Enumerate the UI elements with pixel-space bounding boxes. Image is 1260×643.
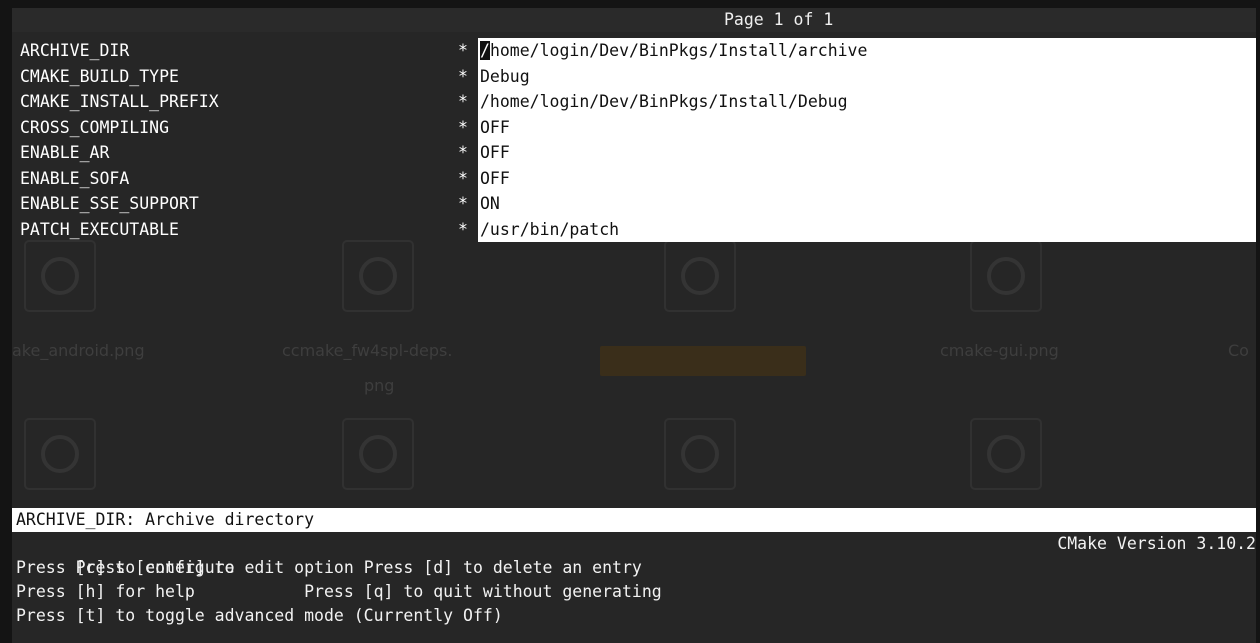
entry-value-field[interactable]: /home/login/Dev/BinPkgs/Install/Debug (478, 89, 1256, 115)
modified-marker: * (458, 219, 468, 239)
entry-key: ENABLE_AR (20, 143, 110, 162)
cache-entry-list: ARCHIVE_DIR * /home/login/Dev/BinPkgs/In… (20, 38, 1256, 242)
image-file-icon (342, 418, 414, 490)
entry-key: CMAKE_BUILD_TYPE (20, 66, 179, 86)
cache-entry-row[interactable]: PATCH_EXECUTABLE * /usr/bin/patch (20, 216, 1256, 242)
image-file-icon (664, 240, 736, 312)
image-file-icon (24, 240, 96, 312)
modified-marker: * (458, 168, 468, 188)
modified-marker: * (458, 66, 468, 86)
cmake-version: CMake Version 3.10.2 (1057, 534, 1256, 553)
page-indicator: Page 1 of 1 (724, 10, 834, 29)
help-line-toggle-advanced: Press [t] to toggle advanced mode (Curre… (16, 606, 503, 625)
background-file-label: ake_android.png (12, 341, 145, 360)
entry-value-field[interactable]: /usr/bin/patch (478, 216, 1256, 242)
background-file-label: ccmake_fw4spl-deps. (282, 341, 453, 360)
entry-value-field[interactable]: /home/login/Dev/BinPkgs/Install/archive (478, 38, 1256, 64)
entry-key: ARCHIVE_DIR (20, 41, 130, 60)
screen: ake_android.png ccmake_fw4spl-deps. png … (0, 0, 1260, 643)
page-indicator-bar: Page 1 of 1 (12, 8, 1256, 32)
text-cursor: / (480, 41, 490, 60)
entry-key: ENABLE_SSE_SUPPORT (20, 194, 199, 213)
modified-marker: * (458, 194, 468, 213)
help-line-edit-delete: Press [enter] to edit option Press [d] t… (16, 532, 1256, 577)
background-file-label: cmake-gui.png (940, 341, 1059, 360)
background-file-label: png (364, 376, 395, 395)
cache-entry-row[interactable]: CMAKE_BUILD_TYPE * Debug (20, 63, 1256, 89)
selected-file-highlight (600, 346, 806, 376)
modified-marker: * (458, 117, 468, 137)
modified-marker: * (458, 92, 468, 111)
entry-description-bar: ARCHIVE_DIR: Archive directory (12, 508, 1256, 532)
entry-value-text: home/login/Dev/BinPkgs/Install/archive (489, 41, 868, 60)
entry-key: CMAKE_INSTALL_PREFIX (20, 92, 219, 111)
cache-entry-row[interactable]: ENABLE_SSE_SUPPORT * ON (20, 191, 1256, 217)
entry-value-field[interactable]: OFF (478, 140, 1256, 166)
entry-value-field[interactable]: OFF (478, 165, 1256, 191)
help-line-configure: Press [c] to configure (16, 558, 235, 577)
image-file-icon (970, 240, 1042, 312)
entry-value-field[interactable]: ON (478, 191, 1256, 217)
modified-marker: * (458, 41, 468, 60)
background-file-label: Co (1228, 341, 1249, 360)
cache-entry-row[interactable]: ENABLE_AR * OFF (20, 140, 1256, 166)
cache-entry-row[interactable]: CROSS_COMPILING * OFF (20, 114, 1256, 140)
help-line-help-quit: Press [h] for help Press [q] to quit wit… (16, 582, 662, 601)
cache-entry-row[interactable]: CMAKE_INSTALL_PREFIX * /home/login/Dev/B… (20, 89, 1256, 115)
entry-key: PATCH_EXECUTABLE (20, 219, 179, 239)
ccmake-terminal: ake_android.png ccmake_fw4spl-deps. png … (12, 8, 1256, 643)
image-file-icon (342, 240, 414, 312)
image-file-icon (970, 418, 1042, 490)
cache-entry-row[interactable]: ENABLE_SOFA * OFF (20, 165, 1256, 191)
entry-value-field[interactable]: OFF (478, 114, 1256, 140)
modified-marker: * (458, 143, 468, 162)
image-file-icon (664, 418, 736, 490)
entry-key: CROSS_COMPILING (20, 117, 170, 137)
entry-key: ENABLE_SOFA (20, 168, 130, 188)
image-file-icon (24, 418, 96, 490)
entry-value-field[interactable]: Debug (478, 63, 1256, 89)
cache-entry-row[interactable]: ARCHIVE_DIR * /home/login/Dev/BinPkgs/In… (20, 38, 1256, 64)
